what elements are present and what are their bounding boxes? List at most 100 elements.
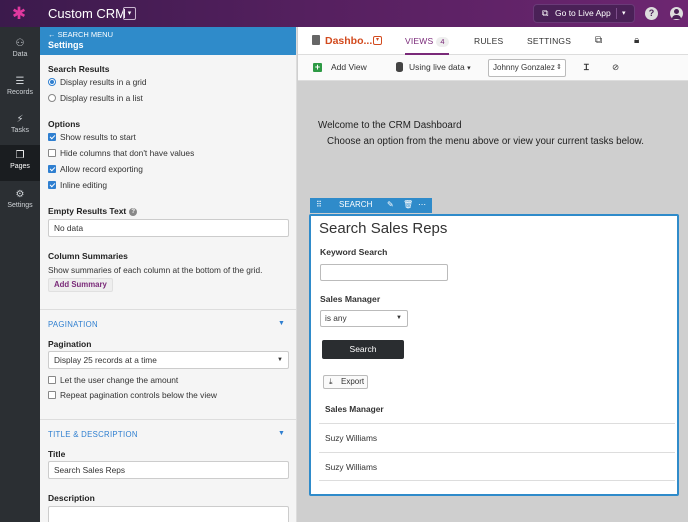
pagination-select[interactable]: Display 25 records at a time ▼ — [48, 351, 289, 369]
chevron-down-icon[interactable]: ▾ — [622, 5, 626, 22]
column-header-sales-manager[interactable]: Sales Manager — [325, 404, 384, 414]
download-icon: ⤓ — [329, 377, 333, 386]
add-view-plus-icon[interactable]: + — [313, 63, 322, 72]
radio-selected[interactable] — [48, 78, 56, 86]
checkbox-checked[interactable] — [48, 133, 56, 141]
top-bar: ✱ Custom CRM ▾ ⧉ Go to Live App ▾ ? — [0, 0, 688, 27]
description-input[interactable] — [48, 506, 289, 522]
pagination-section-toggle[interactable]: PAGINATION — [48, 320, 98, 329]
tab-views-label: VIEWS — [405, 36, 434, 46]
pagination-heading: Pagination — [48, 339, 92, 349]
drag-handle-icon[interactable]: ⠿ — [316, 200, 322, 209]
search-results-heading: Search Results — [48, 64, 110, 74]
live-data-toggle[interactable]: Using live data ▾ — [409, 62, 471, 72]
sort-arrows-icon: ⇕ — [556, 64, 562, 71]
help-icon[interactable]: ? — [129, 207, 138, 216]
user-select-value: Johnny Gonzalez — [493, 63, 555, 72]
add-summary-button[interactable]: Add Summary — [48, 278, 113, 292]
keyword-search-label: Keyword Search — [320, 247, 388, 257]
empty-results-label: Empty Results Text — [48, 206, 127, 216]
rail-label: Tasks — [11, 127, 29, 134]
external-link-icon[interactable]: ⧉ — [595, 35, 602, 46]
database-icon — [396, 62, 403, 72]
tab-settings[interactable]: SETTINGS — [527, 27, 571, 55]
rail-item-pages[interactable]: ❐ Pages — [0, 145, 40, 181]
column-summaries-description: Show summaries of each column at the bot… — [48, 265, 263, 275]
title-description-section-toggle[interactable]: TITLE & DESCRIPTION — [48, 430, 138, 439]
widget-toolbar: ⠿ SEARCH ✎ 🗑︎ ⋯ — [310, 198, 432, 213]
app-title[interactable]: Custom CRM — [48, 6, 126, 21]
rail-item-tasks[interactable]: ⚡ Tasks — [0, 109, 40, 145]
add-view-button[interactable]: Add View — [331, 62, 367, 72]
asterisk-logo-icon[interactable]: ✱ — [9, 5, 29, 22]
help-icon[interactable]: ? — [645, 7, 658, 20]
checkbox-label: Show results to start — [60, 132, 136, 142]
chevron-down-icon: ▾ — [467, 65, 471, 72]
app-menu-chevron-icon[interactable]: ▾ — [123, 7, 136, 20]
more-options-icon[interactable]: ⋯ — [418, 200, 426, 209]
radio-label: Display results in a list — [60, 93, 143, 103]
settings-icon: ⚙ — [15, 189, 25, 200]
edit-pencil-icon[interactable]: ✎ — [387, 200, 394, 209]
records-icon: ☰ — [15, 76, 25, 87]
sales-manager-select[interactable]: is any ▼ — [320, 310, 408, 327]
radio-unselected[interactable] — [48, 94, 56, 102]
tab-rules[interactable]: RULES — [474, 27, 503, 55]
tab-views[interactable]: VIEWS 4 — [405, 27, 449, 55]
external-link-icon: ⧉ — [542, 8, 549, 18]
table-row[interactable]: Suzy Williams — [319, 423, 675, 452]
search-results-section: Search Results Display results in a grid… — [48, 64, 290, 103]
search-button[interactable]: Search — [322, 340, 404, 359]
visibility-off-icon[interactable]: ⊘ — [612, 62, 619, 73]
chevron-down-icon: ▼ — [277, 357, 283, 363]
rail-label: Records — [6, 89, 34, 96]
widget-type-label: SEARCH — [339, 200, 373, 209]
title-section: Title — [48, 449, 290, 459]
rail-item-records[interactable]: ☰ Records — [0, 71, 40, 107]
checkbox-unchecked[interactable] — [48, 391, 56, 399]
divider — [40, 419, 296, 420]
chevron-down-icon: ▼ — [396, 315, 402, 321]
sales-manager-select-value: is any — [325, 313, 347, 323]
column-summaries-section: Column Summaries Show summaries of each … — [48, 251, 290, 275]
table-row[interactable]: Suzy Williams — [319, 452, 675, 481]
search-view-widget[interactable]: Search Sales Reps Keyword Search Sales M… — [309, 214, 679, 496]
options-section: Options Show results to start Hide colum… — [48, 119, 290, 190]
widget-title: Search Sales Reps — [319, 220, 448, 237]
checkbox-unchecked[interactable] — [48, 149, 56, 157]
rail-item-data[interactable]: ⚇ Data — [0, 33, 40, 69]
chevron-down-icon[interactable]: ▼ — [278, 320, 285, 327]
divider — [616, 8, 617, 19]
panel-title: Settings — [48, 40, 84, 50]
page-icon — [312, 35, 320, 45]
go-to-live-app-button[interactable]: ⧉ Go to Live App ▾ — [533, 4, 635, 23]
title-input[interactable]: Search Sales Reps — [48, 461, 289, 479]
export-button[interactable]: ⤓ Export — [323, 375, 368, 389]
delete-trash-icon[interactable]: 🗑︎ — [403, 200, 413, 209]
page-menu-chevron-icon[interactable]: ▾ — [373, 36, 382, 45]
rail-label: Settings — [7, 202, 33, 209]
checkbox-unchecked[interactable] — [48, 376, 56, 384]
sales-manager-label: Sales Manager — [320, 294, 381, 304]
user-select[interactable]: Johnny Gonzalez ⇕ — [488, 59, 566, 77]
pagination-select-value: Display 25 records at a time — [54, 355, 157, 365]
divider — [40, 309, 296, 310]
checkbox-label: Inline editing — [60, 180, 108, 190]
keyword-search-input[interactable] — [320, 264, 448, 281]
data-icon: ⚇ — [15, 38, 25, 49]
checkbox-checked[interactable] — [48, 165, 56, 173]
page-header: Dashbo... ▾ VIEWS 4 RULES SETTINGS ⧉ 🔒︎ — [298, 27, 688, 55]
back-to-search-menu-link[interactable]: ← SEARCH MENU — [48, 30, 288, 39]
view-toolbar: + Add View Using live data ▾ Johnny Gonz… — [298, 55, 688, 81]
page-name[interactable]: Dashbo... — [325, 35, 372, 47]
empty-results-text-input[interactable]: No data — [48, 219, 289, 237]
radio-label: Display results in a grid — [60, 77, 147, 87]
table-cell: Suzy Williams — [325, 462, 378, 472]
description-label: Description — [48, 493, 95, 503]
lock-icon[interactable]: 🔒︎ — [634, 35, 639, 46]
chevron-down-icon[interactable]: ▼ — [278, 430, 285, 437]
user-account-icon[interactable] — [670, 7, 683, 20]
text-cursor-icon[interactable]: Ɪ — [584, 62, 589, 73]
rail-item-settings[interactable]: ⚙ Settings — [0, 184, 40, 220]
checkbox-checked[interactable] — [48, 181, 56, 189]
